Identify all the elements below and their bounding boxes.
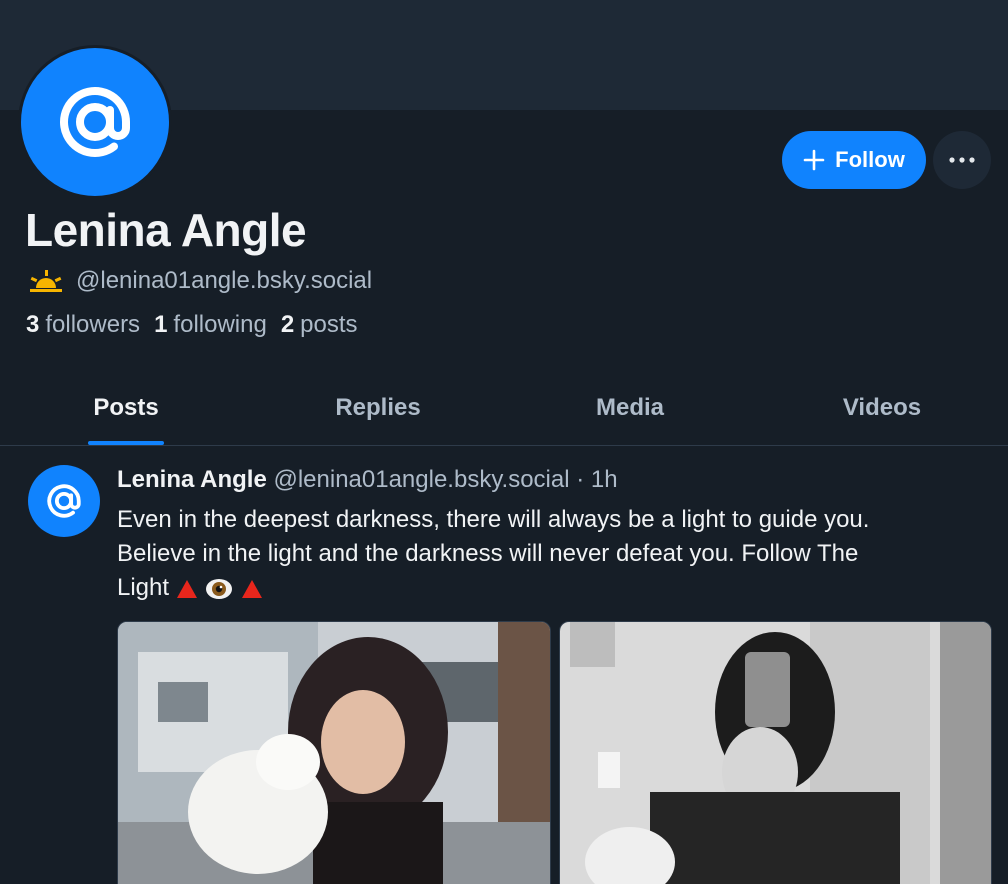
photo-woman-with-dog [118,622,550,884]
following-stat[interactable]: 1 following [154,311,267,339]
profile-stats: 3 followers 1 following 2 posts [26,311,358,339]
ellipsis-icon [949,157,975,163]
tab-replies[interactable]: Replies [252,370,504,445]
post-image-2[interactable] [558,621,992,884]
red-triangle-icon [176,579,197,598]
active-tab-indicator [88,441,164,445]
post-image-gallery [117,621,992,884]
photo-mirror-selfie [559,622,992,884]
profile-tabs: Posts Replies Media Videos [0,370,1008,446]
post-text-line: Even in the deepest darkness, there will… [117,506,870,533]
at-sign-icon [47,484,81,518]
profile-avatar[interactable] [18,45,172,199]
post-time[interactable]: 1h [591,466,618,493]
plus-icon [803,149,825,171]
post-author-name[interactable]: Lenina Angle [117,466,267,493]
post-separator: · [569,466,591,493]
eye-icon [206,578,233,599]
posts-stat: 2 posts [280,311,358,338]
tab-videos[interactable]: Videos [756,370,1008,445]
profile-handle: @lenina01angle.bsky.social [76,267,373,294]
sunrise-icon [30,270,62,292]
followers-stat[interactable]: 3 followers [26,311,140,339]
follow-label: Follow [835,147,905,172]
post-text: Even in the deepest darkness, there will… [117,503,987,605]
post-author-avatar[interactable] [28,465,100,537]
at-sign-icon [60,87,130,157]
post-text-line: Believe in the light and the darkness wi… [117,540,859,567]
post-image-1[interactable] [117,621,551,884]
more-options-button[interactable] [933,131,991,189]
red-triangle-icon [242,579,263,598]
tab-media[interactable]: Media [504,370,756,445]
handle-row: @lenina01angle.bsky.social [28,266,372,296]
follow-button[interactable]: Follow [782,131,926,189]
display-name: Lenina Angle [25,204,307,256]
post-text-line: Light [117,574,170,601]
tab-posts[interactable]: Posts [0,370,252,445]
post-author-handle[interactable]: @lenina01angle.bsky.social [273,466,569,493]
post-header: Lenina Angle @lenina01angle.bsky.social … [117,466,618,494]
